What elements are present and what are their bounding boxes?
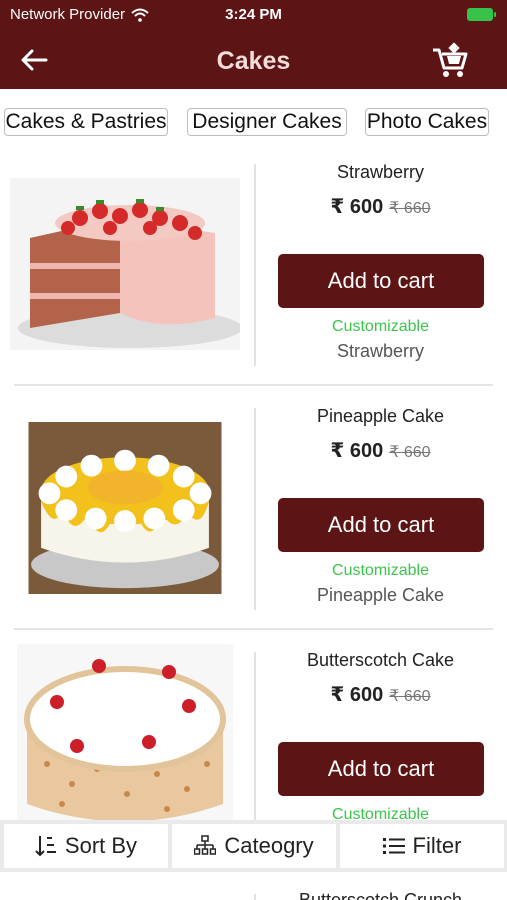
sort-by-button[interactable]: Sort By: [4, 824, 168, 868]
original-price: ₹ 660: [389, 444, 431, 461]
sort-icon: [35, 836, 56, 857]
flavour-label: Strawberry: [336, 341, 425, 361]
product-name: Butterscotch Crunch: [298, 890, 463, 900]
hierarchy-icon: [194, 835, 217, 855]
original-price: ₹ 660: [389, 200, 431, 217]
product-card-partial: Butterscotch Crunch: [0, 872, 507, 900]
tab-designer-cakes[interactable]: Designer Cakes: [187, 108, 347, 136]
current-price: ₹ 600: [330, 196, 384, 218]
category-button[interactable]: Cateogry: [172, 824, 336, 868]
product-name: Strawberry: [336, 162, 425, 182]
tab-cakes-pastries[interactable]: Cakes & Pastries: [4, 108, 168, 136]
current-price: ₹ 600: [330, 684, 384, 706]
product-list[interactable]: Strawberry ₹ 600 ₹ 660 Add to cart Custom…: [0, 150, 507, 820]
butterscotch-cake-image: [17, 644, 233, 820]
customizable-label: Customizable: [332, 318, 429, 335]
divider: [254, 164, 256, 366]
divider: [254, 894, 256, 900]
flavour-label: Pineapple Cake: [316, 585, 445, 605]
row-separator: [14, 384, 493, 386]
product-price: ₹ 600 ₹ 660: [258, 682, 503, 707]
add-to-cart-button[interactable]: Add to cart: [278, 254, 484, 308]
add-to-cart-button[interactable]: Add to cart: [278, 742, 484, 796]
product-name: Pineapple Cake: [316, 406, 445, 426]
product-card: Strawberry ₹ 600 ₹ 660 Add to cart Custom…: [0, 150, 507, 394]
filter-label: Filter: [412, 833, 462, 858]
status-bar: Network Provider 3:24 PM: [0, 0, 507, 30]
clock: 3:24 PM: [225, 6, 282, 23]
category-label: Cateogry: [224, 833, 314, 858]
sort-label: Sort By: [64, 833, 138, 858]
battery-icon: [467, 8, 496, 21]
tab-photo-cakes[interactable]: Photo Cakes: [365, 108, 489, 136]
current-price: ₹ 600: [330, 440, 384, 462]
pineapple-cake-image: [28, 422, 222, 594]
filter-button[interactable]: Filter: [340, 824, 504, 868]
bottom-action-bar: Sort By Cateogry Filter: [0, 820, 507, 872]
strawberry-cake-image: [10, 178, 240, 350]
filter-list-icon: [382, 838, 405, 854]
product-card: Pineapple Cake ₹ 600 ₹ 660 Add to cart Cu…: [0, 394, 507, 638]
original-price: ₹ 660: [389, 688, 431, 705]
add-to-cart-button[interactable]: Add to cart: [278, 498, 484, 552]
cart-icon[interactable]: [431, 42, 469, 80]
nav-bar: Cakes: [0, 30, 507, 89]
product-name: Butterscotch Cake: [306, 650, 455, 670]
divider: [254, 408, 256, 610]
row-separator: [14, 628, 493, 630]
product-price: ₹ 600 ₹ 660: [258, 194, 503, 219]
category-tabs: Cakes & Pastries Designer Cakes Photo Ca…: [0, 108, 507, 138]
customizable-label: Customizable: [332, 806, 429, 820]
product-price: ₹ 600 ₹ 660: [258, 438, 503, 463]
divider: [254, 652, 256, 820]
product-card: Butterscotch Cake ₹ 600 ₹ 660 Add to cart…: [0, 638, 507, 820]
customizable-label: Customizable: [332, 562, 429, 579]
